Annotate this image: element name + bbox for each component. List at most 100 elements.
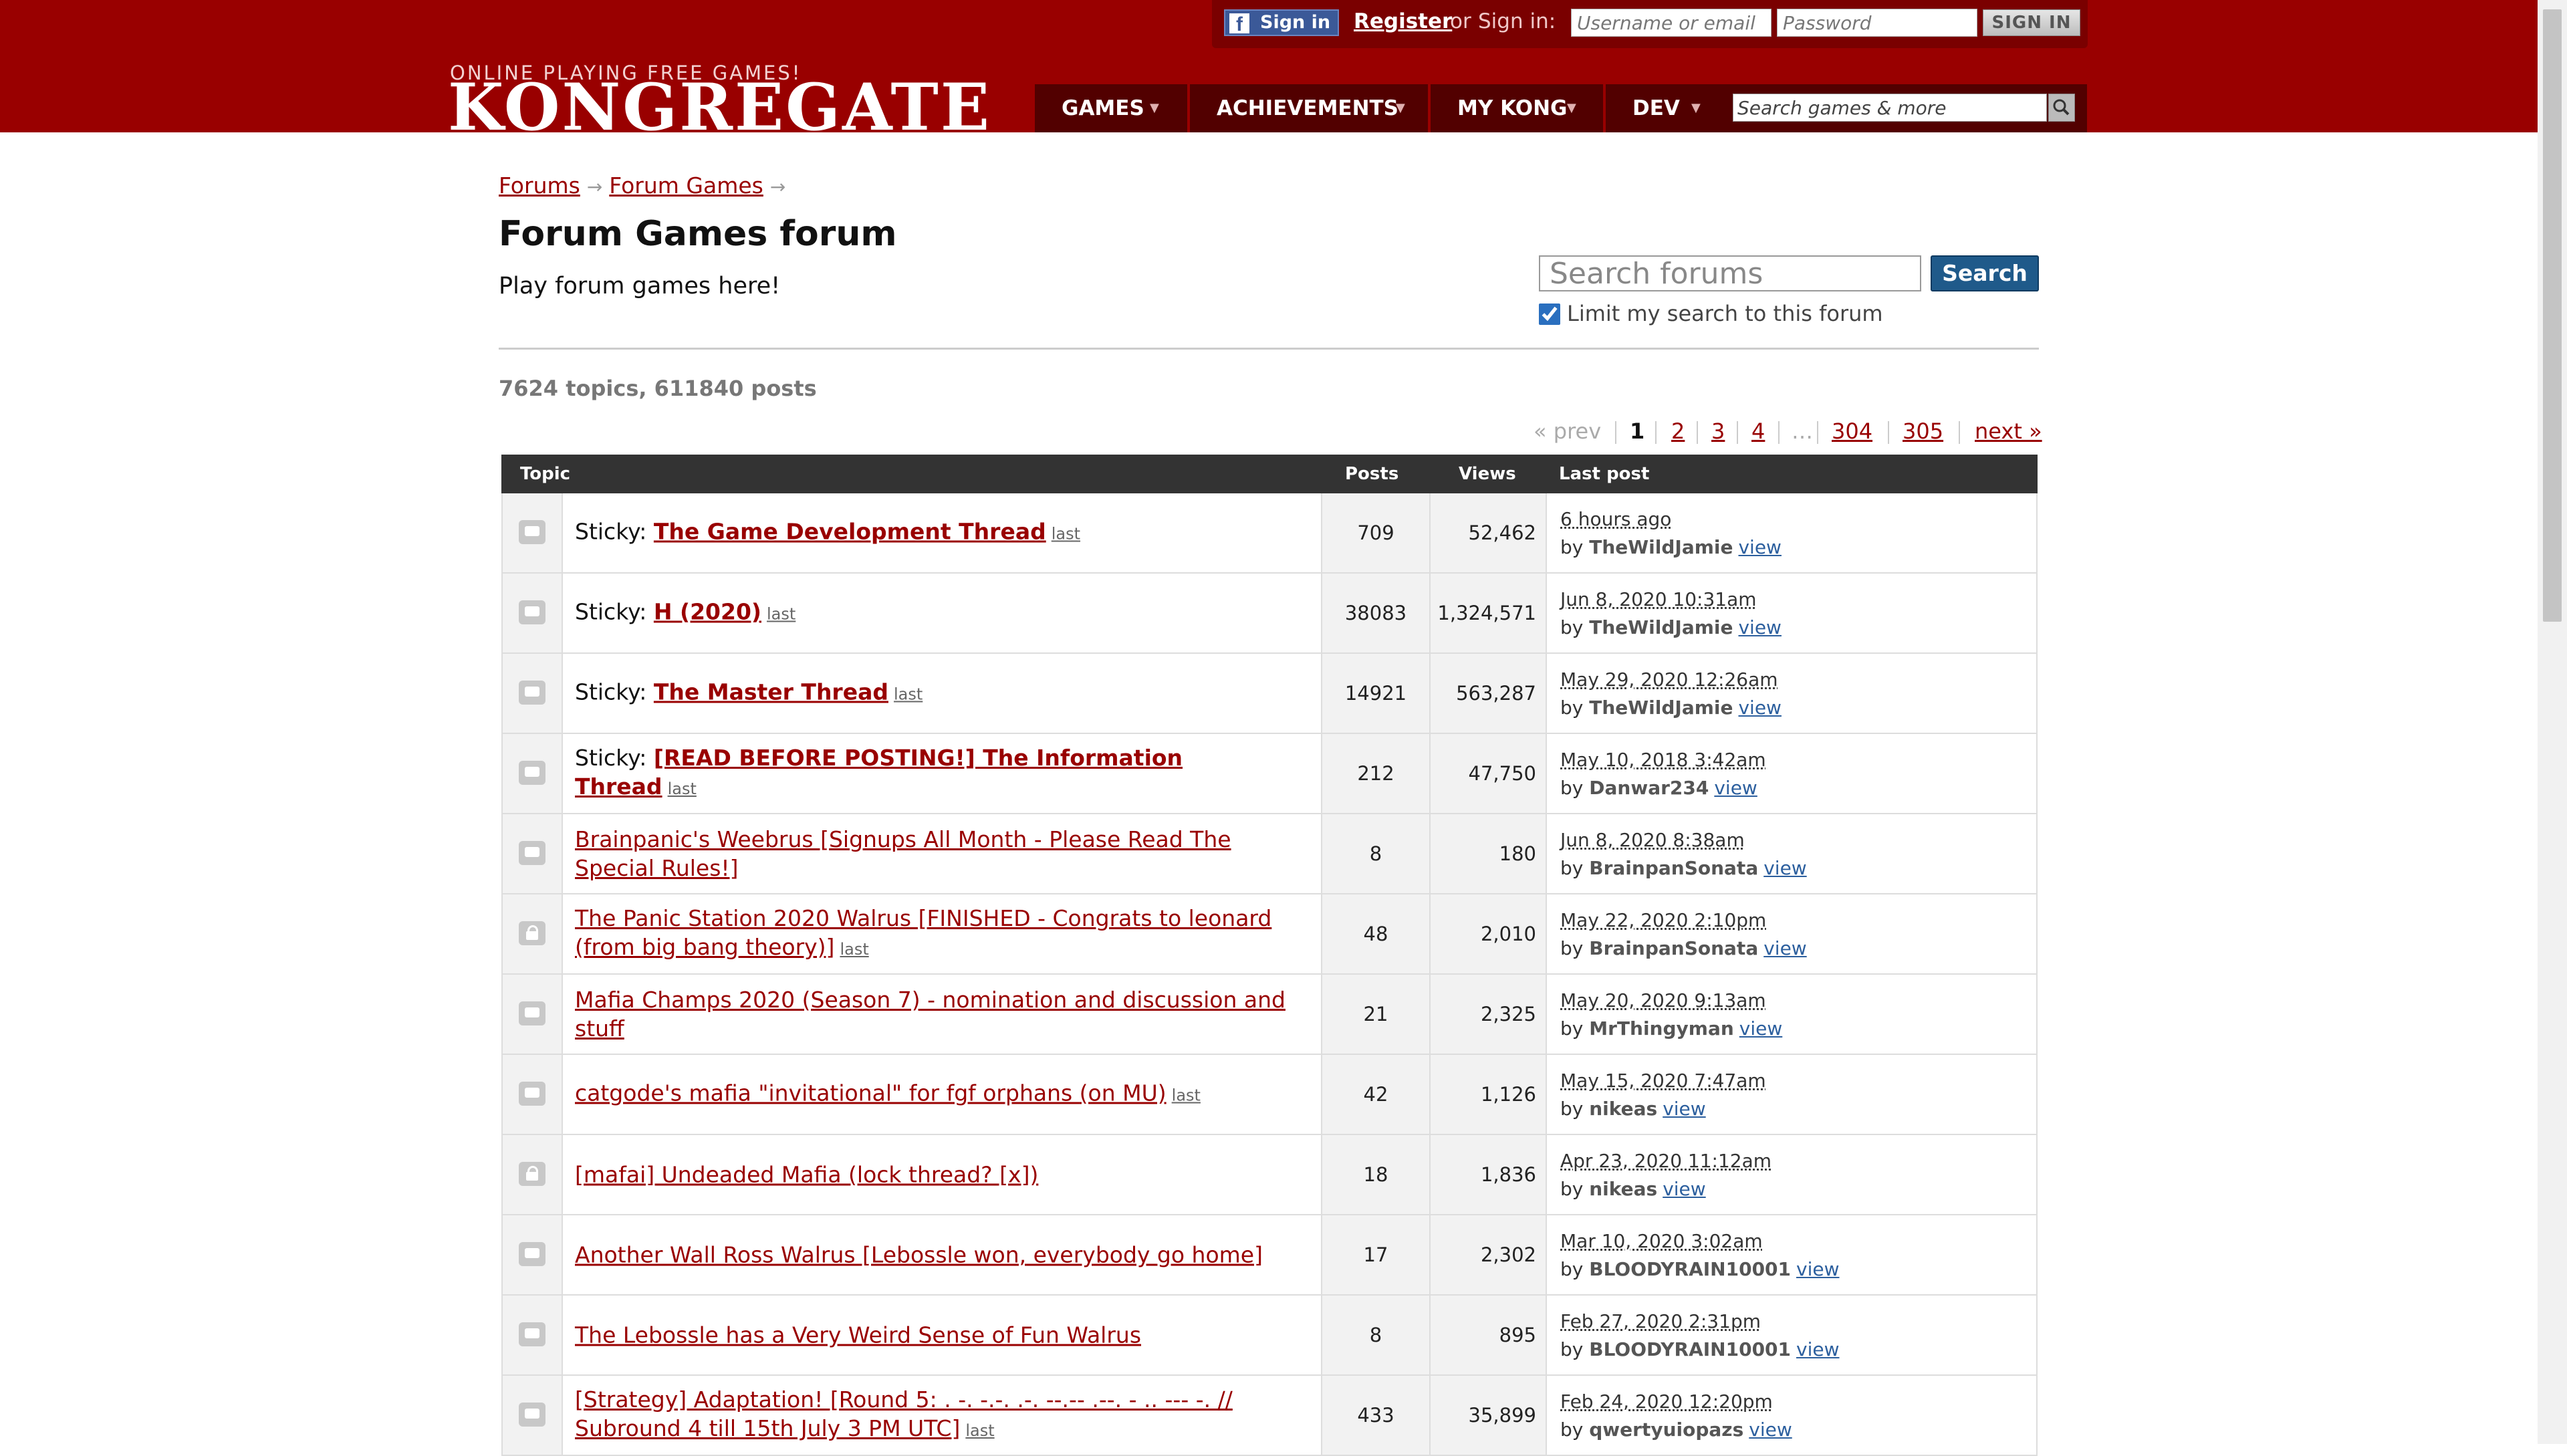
- topic-title-link[interactable]: Mafia Champs 2020 (Season 7) - nominatio…: [575, 987, 1286, 1042]
- forum-search-button[interactable]: Search: [1931, 255, 2039, 291]
- views-count: 1,836: [1431, 1135, 1547, 1214]
- table-row: Mafia Champs 2020 (Season 7) - nominatio…: [501, 975, 2038, 1055]
- table-row: [Strategy] Adaptation! [Round 5: . -. -.…: [501, 1376, 2038, 1456]
- posts-count: 8: [1322, 814, 1431, 893]
- breadcrumb-forums[interactable]: Forums: [499, 172, 580, 199]
- pagination-page-3[interactable]: 3: [1711, 418, 1725, 444]
- kongregate-logo[interactable]: KONGREGATE: [448, 76, 991, 140]
- topic-title-link[interactable]: [Strategy] Adaptation! [Round 5: . -. -.…: [575, 1386, 1233, 1441]
- topic-title-link[interactable]: catgode's mafia "invitational" for fgf o…: [575, 1080, 1167, 1106]
- topic-cell: [Strategy] Adaptation! [Round 5: . -. -.…: [563, 1376, 1322, 1455]
- topic-last-link[interactable]: last: [1052, 525, 1080, 543]
- nav-dev[interactable]: DEV ▼: [1606, 84, 1722, 132]
- pagination-current-page: 1: [1630, 418, 1645, 444]
- topic-last-link[interactable]: last: [668, 779, 697, 798]
- header-views: Views: [1459, 464, 1516, 484]
- last-post-view-link[interactable]: view: [1738, 697, 1781, 719]
- topic-title-link[interactable]: H (2020): [654, 599, 761, 625]
- last-post-cell: Mar 10, 2020 3:02am by BLOODYRAIN10001 vie…: [1547, 1215, 2038, 1294]
- last-post-author[interactable]: BLOODYRAIN10001: [1589, 1258, 1791, 1280]
- limit-search-checkbox[interactable]: [1539, 304, 1560, 325]
- nav-achievements[interactable]: ACHIEVEMENTS ▼: [1190, 84, 1428, 132]
- last-post-author[interactable]: TheWildJamie: [1589, 616, 1733, 638]
- last-post-view-link[interactable]: view: [1739, 1017, 1782, 1040]
- topic-icon-cell: [503, 574, 563, 652]
- last-post-view-link[interactable]: view: [1663, 1098, 1705, 1120]
- pagination-page-304[interactable]: 304: [1832, 418, 1872, 444]
- topic-title-link[interactable]: The Master Thread: [654, 679, 888, 705]
- topic-text: Sticky: [READ BEFORE POSTING!] The Infor…: [575, 743, 1312, 804]
- last-post-view-link[interactable]: view: [1796, 1338, 1839, 1360]
- topic-last-link[interactable]: last: [1172, 1086, 1201, 1105]
- pagination-page-2[interactable]: 2: [1671, 418, 1685, 444]
- topic-title-link[interactable]: The Panic Station 2020 Walrus [FINISHED …: [575, 905, 1271, 960]
- last-post-view-link[interactable]: view: [1738, 536, 1781, 558]
- last-post-view-link[interactable]: view: [1763, 857, 1806, 879]
- breadcrumb-arrow-icon: →: [769, 176, 786, 198]
- views-count: 1,126: [1431, 1055, 1547, 1134]
- last-post-view-link[interactable]: view: [1763, 937, 1806, 959]
- last-post-view-link[interactable]: view: [1663, 1178, 1705, 1200]
- topic-text: Sticky: The Master Thread last: [575, 678, 1312, 709]
- topic-title-link[interactable]: The Game Development Thread: [654, 519, 1046, 545]
- pagination-page-4[interactable]: 4: [1751, 418, 1765, 444]
- site-header: f Sign in Register or Sign in: SIGN IN O…: [0, 0, 2538, 140]
- last-post-author[interactable]: nikeas: [1589, 1098, 1657, 1120]
- site-search-button[interactable]: [2048, 94, 2075, 122]
- topic-text: Another Wall Ross Walrus [Lebossle won, …: [575, 1241, 1312, 1269]
- last-post-author[interactable]: nikeas: [1589, 1178, 1657, 1200]
- register-link[interactable]: Register: [1354, 9, 1452, 33]
- last-post-view-link[interactable]: view: [1749, 1419, 1792, 1441]
- topic-icon-cell: [503, 1296, 563, 1374]
- last-post-author[interactable]: BrainpanSonata: [1589, 937, 1758, 959]
- last-post-author[interactable]: qwertyuiopazs: [1589, 1419, 1743, 1441]
- facebook-signin-button[interactable]: f Sign in: [1224, 9, 1339, 36]
- views-count: 2,010: [1431, 894, 1547, 973]
- site-search-input[interactable]: [1733, 94, 2047, 122]
- username-input[interactable]: [1571, 9, 1771, 37]
- last-post-view-link[interactable]: view: [1714, 777, 1757, 799]
- nav-my-kong[interactable]: MY KONG ▼: [1431, 84, 1603, 132]
- topic-title-link[interactable]: [mafai] Undeaded Mafia (lock thread? [x]…: [575, 1162, 1038, 1188]
- breadcrumb-forum-games[interactable]: Forum Games: [609, 172, 763, 199]
- views-count: 895: [1431, 1296, 1547, 1374]
- last-post-author[interactable]: Danwar234: [1589, 777, 1709, 799]
- last-post-cell: Feb 24, 2020 12:20pm by qwertyuiopazs view: [1547, 1376, 2038, 1455]
- locked-topic-icon: [519, 921, 545, 945]
- nav-games[interactable]: GAMES ▼: [1035, 84, 1187, 132]
- pagination-page-305[interactable]: 305: [1903, 418, 1943, 444]
- forum-search-input[interactable]: [1539, 255, 1921, 291]
- last-post-author[interactable]: TheWildJamie: [1589, 697, 1733, 719]
- last-post-date: 6 hours ago: [1560, 508, 1672, 530]
- by-label: by: [1560, 1098, 1584, 1120]
- topic-last-link[interactable]: last: [894, 685, 923, 704]
- topic-last-link[interactable]: last: [767, 605, 796, 624]
- table-row: The Lebossle has a Very Weird Sense of F…: [501, 1296, 2038, 1376]
- signin-button[interactable]: SIGN IN: [1983, 9, 2080, 36]
- views-count: 2,325: [1431, 975, 1547, 1054]
- forum-description: Play forum games here!: [499, 273, 781, 299]
- topic-title-link[interactable]: The Lebossle has a Very Weird Sense of F…: [575, 1322, 1141, 1348]
- last-post-author[interactable]: BLOODYRAIN10001: [1589, 1338, 1791, 1360]
- topic-title-link[interactable]: Another Wall Ross Walrus [Lebossle won, …: [575, 1242, 1263, 1268]
- by-label: by: [1560, 1017, 1584, 1040]
- last-post-view-link[interactable]: view: [1796, 1258, 1839, 1280]
- topic-cell: Mafia Champs 2020 (Season 7) - nominatio…: [563, 975, 1322, 1054]
- chevron-down-icon: ▼: [1691, 101, 1701, 115]
- topic-title-link[interactable]: [READ BEFORE POSTING!] The Information T…: [575, 745, 1183, 800]
- password-input[interactable]: [1777, 9, 1977, 37]
- topic-last-link[interactable]: last: [965, 1421, 994, 1440]
- topic-last-link[interactable]: last: [840, 940, 868, 959]
- topic-title-link[interactable]: Brainpanic's Weebrus [Signups All Month …: [575, 826, 1231, 881]
- last-post-author[interactable]: BrainpanSonata: [1589, 857, 1758, 879]
- sticky-label: Sticky:: [575, 598, 647, 625]
- last-post-author[interactable]: TheWildJamie: [1589, 536, 1733, 558]
- page-scrollbar[interactable]: [2538, 0, 2567, 1444]
- scrollbar-thumb[interactable]: [2543, 9, 2562, 622]
- last-post-author[interactable]: MrThingyman: [1589, 1017, 1734, 1040]
- header-posts: Posts: [1345, 464, 1399, 484]
- last-post-view-link[interactable]: view: [1738, 616, 1781, 638]
- views-count: 180: [1431, 814, 1547, 893]
- views-count: 1,324,571: [1431, 574, 1547, 652]
- pagination-next[interactable]: next »: [1975, 418, 2042, 444]
